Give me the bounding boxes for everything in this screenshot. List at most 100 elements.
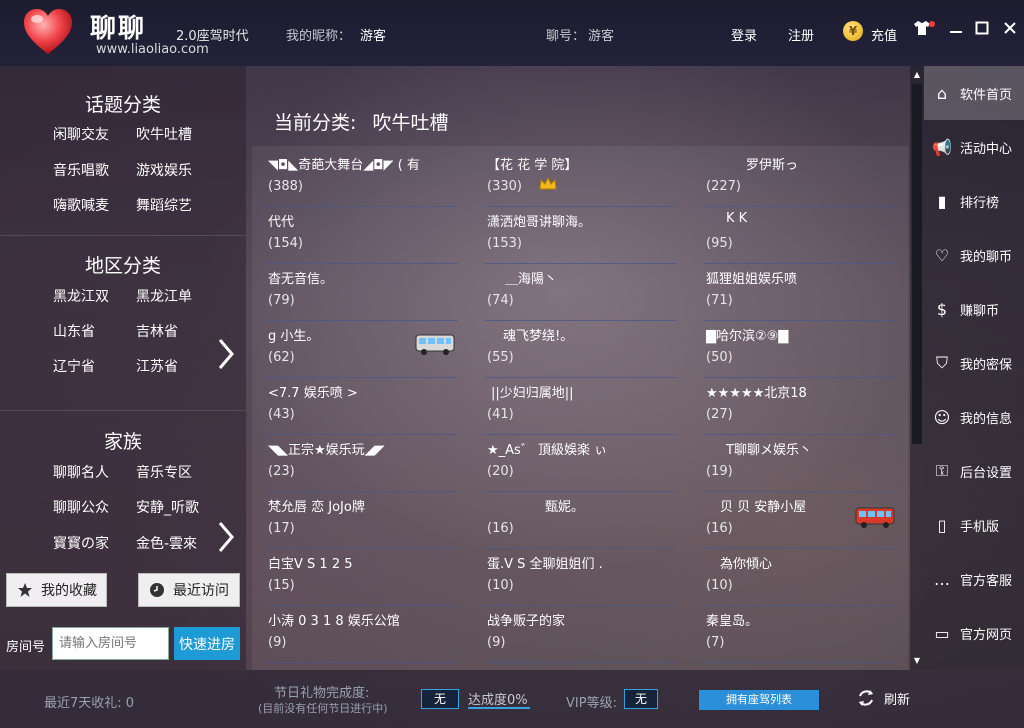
favorites-button[interactable]: 我的收藏 [6, 573, 107, 607]
room-card[interactable]: 战争贩子的家 (9) [485, 606, 677, 663]
room-card[interactable]: 贝 贝 安静小屋 (16) [704, 492, 896, 549]
topic-item[interactable]: 吹牛吐槽 [136, 124, 214, 144]
room-name: 小涛 0 3 1 8 娱乐公馆 [268, 614, 400, 629]
chat-icon: … [934, 569, 950, 589]
maximize-button[interactable] [972, 20, 992, 40]
room-card[interactable]: K K (95) [704, 207, 896, 264]
room-user-count: (41) [487, 407, 514, 422]
nav-label: 我的聊币 [960, 249, 1013, 265]
nav-item[interactable]: ▯ 手机版 [924, 498, 1024, 552]
room-card[interactable]: g 小生。 (62) [266, 321, 458, 378]
family-next-chevron-icon[interactable] [214, 519, 238, 555]
home-icon: ⌂ [936, 83, 948, 103]
close-icon [1004, 22, 1016, 34]
region-item[interactable]: 江苏省 [136, 356, 214, 376]
topic-item[interactable]: 闲聊交友 [53, 124, 131, 144]
nav-item[interactable]: ☺ 我的信息 [924, 390, 1024, 444]
room-card[interactable]: 甄妮。 (16) [485, 492, 677, 549]
scroll-up-arrow-icon[interactable]: ▲ [910, 70, 924, 80]
account-value: 游客 [588, 29, 615, 44]
room-card[interactable]: 為你傾心 (10) [704, 549, 896, 606]
gifts-7days: 最近7天收礼: 0 [44, 696, 135, 711]
family-item[interactable]: 安静_听歌 [136, 497, 214, 517]
nav-item[interactable]: ⛉ 我的密保 [924, 336, 1024, 390]
family-item[interactable]: 金色-雲來 [136, 533, 214, 553]
topic-item[interactable]: 音乐唱歌 [53, 160, 131, 180]
room-name: 為你傾心 [720, 557, 773, 572]
room-card[interactable]: 梵允唇 恋 JoJo牌 (17) [266, 492, 458, 549]
family-item[interactable]: 聊聊公众 [53, 497, 131, 517]
regions-next-chevron-icon[interactable] [214, 336, 238, 372]
room-card[interactable]: ★_As゛ 頂級娛楽 ぃ (20) [485, 435, 677, 492]
lock-icon: ⚿ [935, 461, 949, 480]
region-item[interactable]: 黑龙江双 [53, 286, 131, 306]
family-item[interactable]: 聊聊名人 [53, 462, 131, 482]
nav-item[interactable]: ▭ 官方网页 [924, 606, 1024, 660]
room-user-count: (7) [706, 635, 725, 650]
room-card[interactable]: 罗伊斯っ (227) [704, 150, 896, 207]
nav-label: 官方网页 [960, 627, 1013, 643]
region-item[interactable]: 吉林省 [136, 321, 214, 341]
region-item[interactable]: 黑龙江单 [136, 286, 214, 306]
room-card[interactable]: T聊聊メ娱乐丶 (19) [704, 435, 896, 492]
room-card[interactable]: ◥◣正宗★娱乐玩◢◤ (23) [266, 435, 458, 492]
nav-label: 我的密保 [960, 357, 1013, 373]
room-card[interactable]: <7.7 娱乐喷 > (43) [266, 378, 458, 435]
room-card[interactable]: 秦皇岛。 (7) [704, 606, 896, 663]
refresh-button[interactable]: 刷新 [856, 688, 910, 708]
room-user-count: (71) [706, 293, 733, 308]
vip-value-box: 无 [624, 689, 658, 709]
register-link[interactable]: 注册 [788, 25, 814, 44]
nav-item[interactable]: ⌂ 软件首页 [924, 66, 1024, 120]
minimize-button[interactable] [946, 20, 966, 40]
region-item[interactable]: 辽宁省 [53, 356, 131, 376]
room-card[interactable]: 白宝V S 1 2 5 (15) [266, 549, 458, 606]
room-name: 魂飞梦绕!。 [503, 329, 574, 344]
topic-item[interactable]: 游戏娱乐 [136, 160, 214, 180]
nav-item[interactable]: ▮ 排行榜 [924, 174, 1024, 228]
room-card[interactable]: 【花 花 学 院】 (330) [485, 150, 677, 207]
room-card[interactable]: 潇洒炮哥讲聊海。 (153) [485, 207, 677, 264]
room-card[interactable]: 魂飞梦绕!。 (55) [485, 321, 677, 378]
family-item[interactable]: 寳寳の家 [53, 533, 131, 553]
room-name: 秦皇岛。 [706, 614, 759, 629]
room-card[interactable]: ▇哈尔滨②⑨▇ (50) [704, 321, 896, 378]
room-card[interactable]: 蛋.V S 全聊姐姐们 . (10) [485, 549, 677, 606]
topic-item[interactable]: 嗨歌喊麦 [53, 195, 131, 215]
own-car-list-button[interactable]: 拥有座驾列表 [699, 690, 819, 710]
recent-button[interactable]: 最近访问 [138, 573, 240, 607]
nav-item[interactable]: $ 赚聊币 [924, 282, 1024, 336]
room-list-scrollbar[interactable]: ▲ ▼ [910, 66, 924, 670]
room-name: 潇洒炮哥讲聊海。 [487, 215, 592, 230]
scroll-down-arrow-icon[interactable]: ▼ [910, 656, 924, 666]
room-number-input[interactable] [52, 627, 169, 660]
quick-enter-button[interactable]: 快速进房 [174, 627, 240, 660]
room-card[interactable]: ||少妇归属地|| (41) [485, 378, 677, 435]
scroll-thumb[interactable] [912, 84, 922, 444]
room-card[interactable]: 代代 (154) [266, 207, 458, 264]
room-card[interactable]: 杳无音信。 (79) [266, 264, 458, 321]
room-card[interactable]: ＿海陽丶 (74) [485, 264, 677, 321]
nav-item[interactable]: 📢 活动中心 [924, 120, 1024, 174]
login-link[interactable]: 登录 [731, 25, 757, 44]
room-card[interactable]: 小涛 0 3 1 8 娱乐公馆 (9) [266, 606, 458, 663]
room-card[interactable]: ★★★★★北京18 (27) [704, 378, 896, 435]
topic-item[interactable]: 舞蹈综艺 [136, 195, 214, 215]
heart-coin-icon: ♡ [934, 245, 950, 265]
family-item[interactable]: 音乐专区 [136, 462, 214, 482]
room-user-count: (10) [706, 578, 733, 593]
festival-value-box: 无 [421, 689, 459, 709]
nav-item[interactable]: ♡ 我的聊币 [924, 228, 1024, 282]
recharge-link[interactable]: 充值 [871, 25, 897, 44]
nav-item[interactable]: ⚿ 后台设置 [924, 444, 1024, 498]
room-card[interactable]: 狐狸姐姐娱乐喷 (71) [704, 264, 896, 321]
right-nav: ⌂ 软件首页 📢 活动中心 ▮ 排行榜 ♡ 我的聊币 $ 赚聊币 ⛉ 我的密保 ☺ 我的信息 ⚿ 后台设置 ▯ 手… [924, 66, 1024, 670]
nav-item[interactable]: … 官方客服 [924, 552, 1024, 606]
room-user-count: (10) [487, 578, 514, 593]
close-button[interactable] [1000, 20, 1020, 40]
main-content: 当前分类: 吹牛吐槽 ◥◘◣奇葩大舞台◢◘◤ ( 有 (388) 【花 花 学 院】… [246, 66, 910, 670]
website-label: www.liaoliao.com [96, 42, 209, 57]
region-item[interactable]: 山东省 [53, 321, 131, 341]
room-card[interactable]: ◥◘◣奇葩大舞台◢◘◤ ( 有 (388) [266, 150, 458, 207]
minimize-icon [950, 31, 962, 33]
